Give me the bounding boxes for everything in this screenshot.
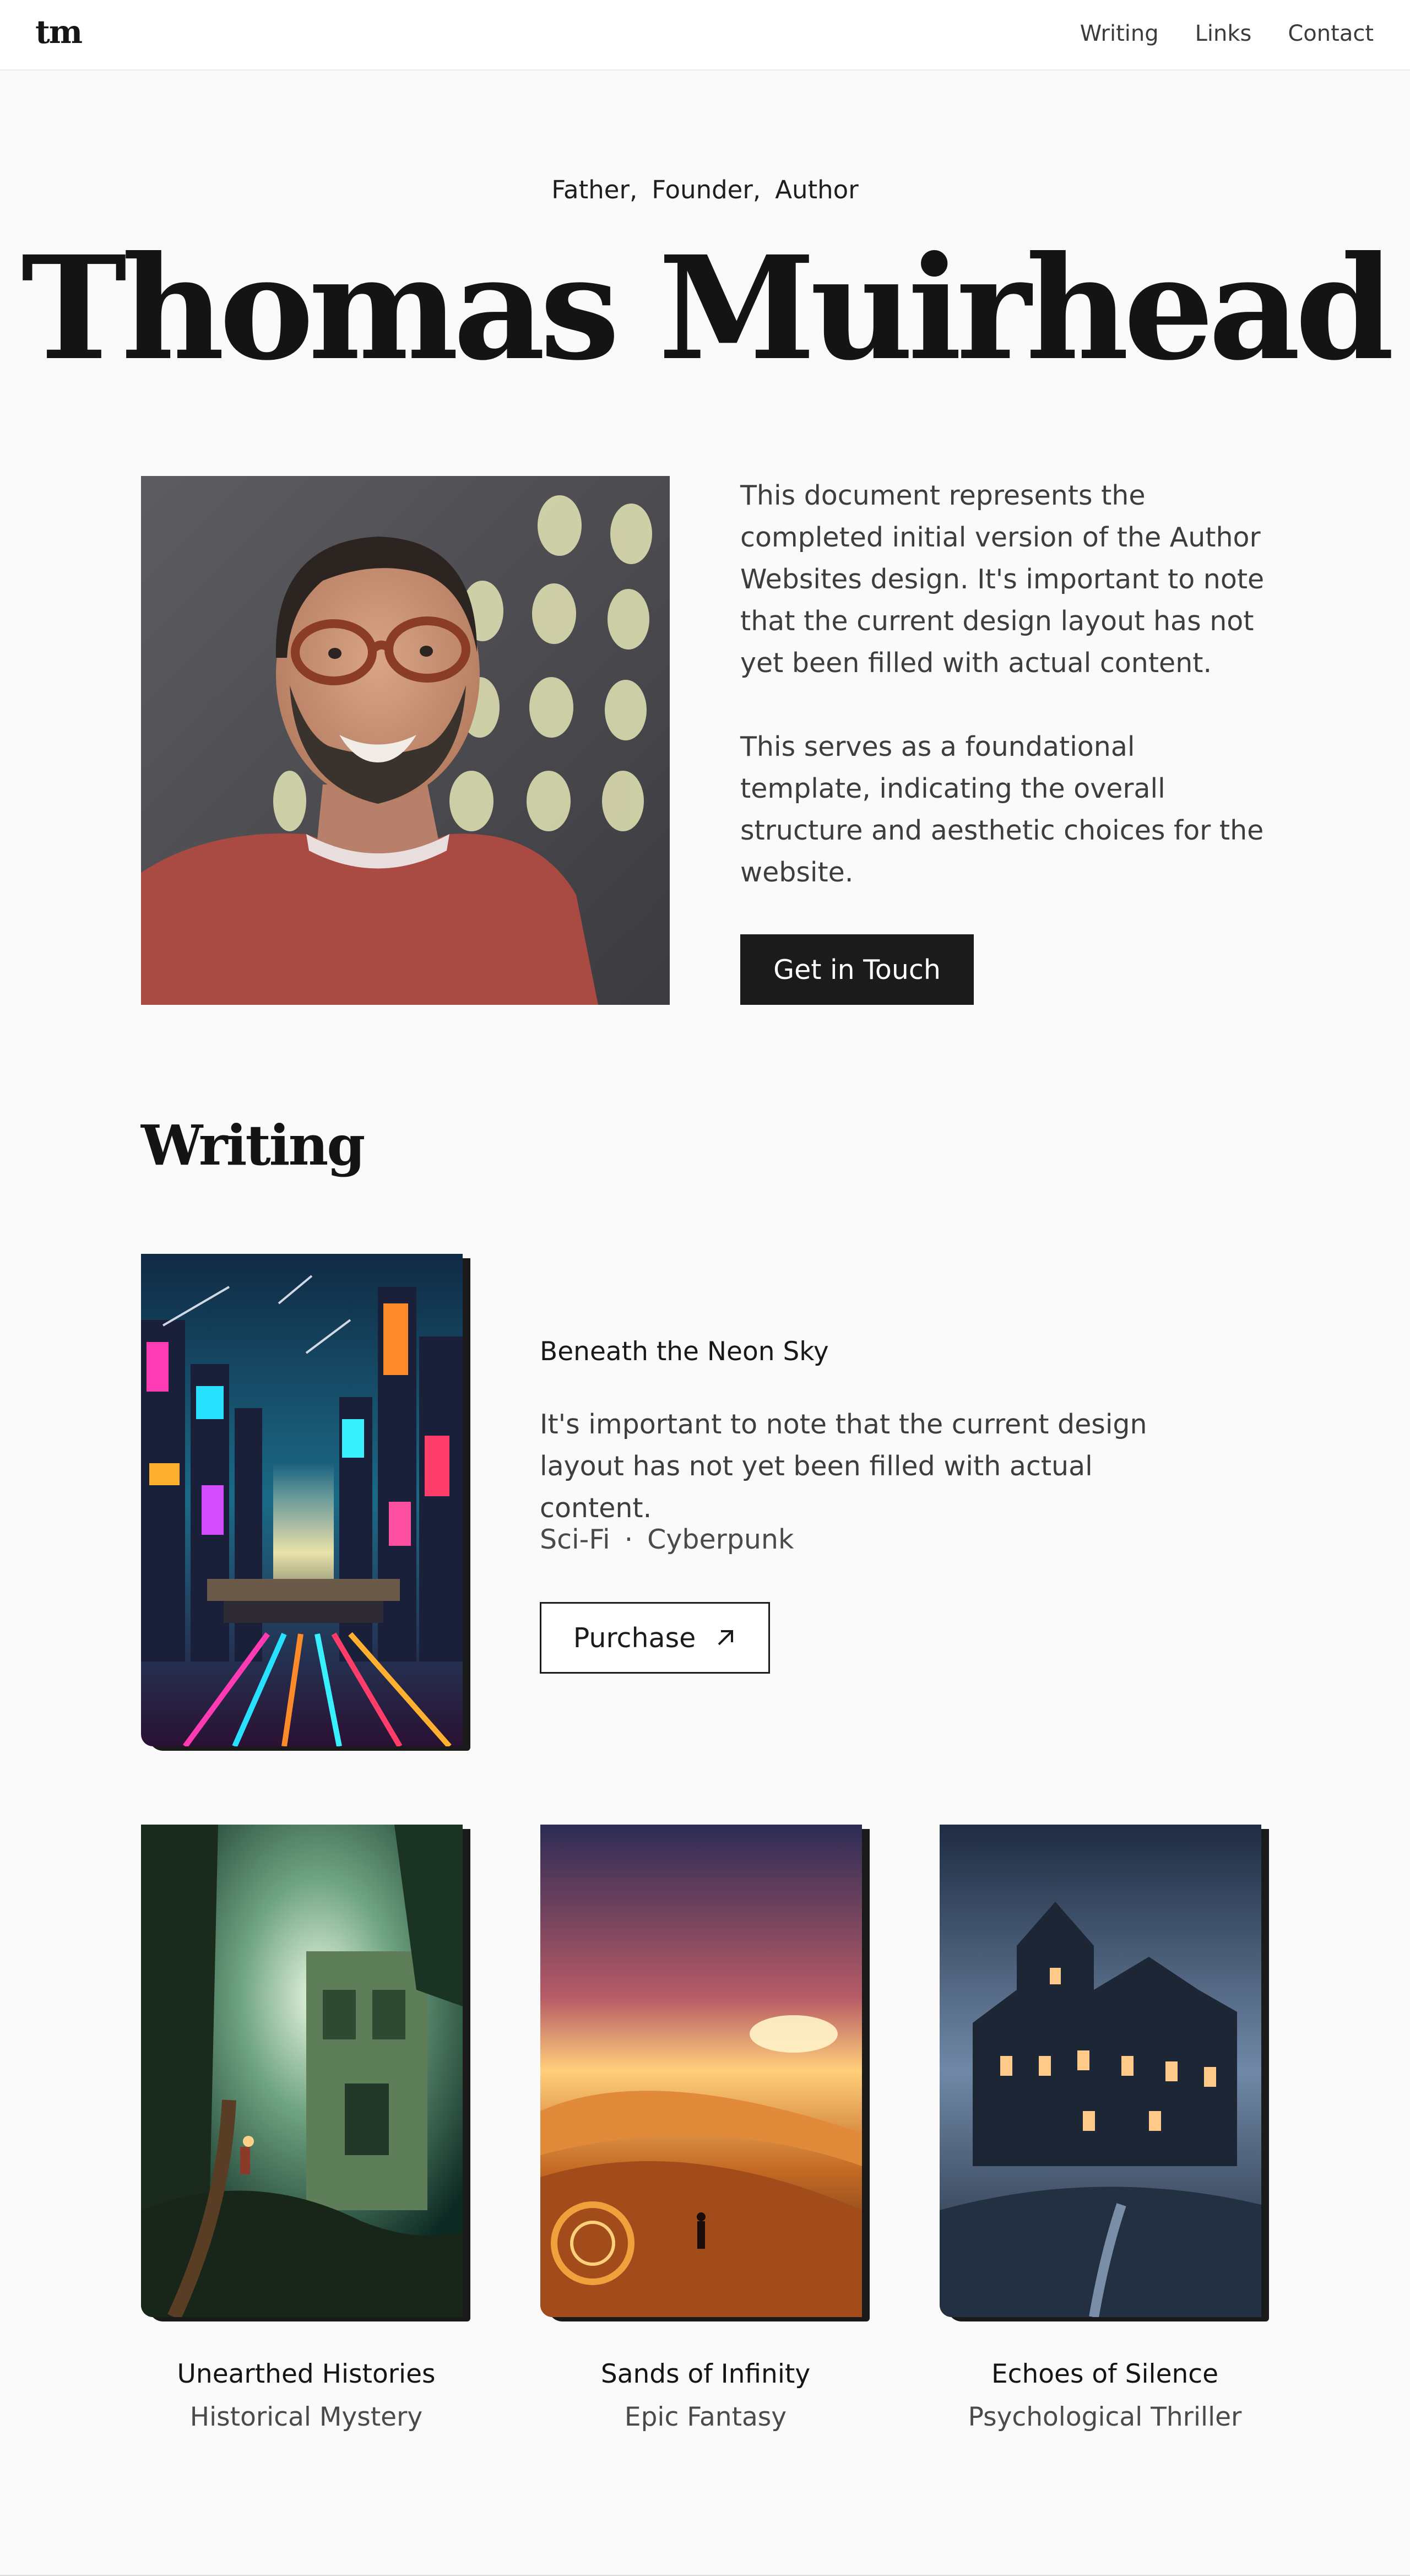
book-title-echoes-of-silence[interactable]: Echoes of Silence (940, 2359, 1270, 2389)
featured-book-description: It's important to note that the current … (540, 1409, 1147, 1524)
cover-art-haunted-mansion (940, 1825, 1261, 2317)
cover-art-desert-sunset (540, 1825, 862, 2317)
author-portrait (141, 476, 670, 1005)
nav-link-writing[interactable]: Writing (1080, 21, 1159, 46)
arrow-up-right-icon (718, 1630, 734, 1646)
get-in-touch-button[interactable]: Get in Touch (740, 934, 974, 1005)
role-founder: Founder, (652, 175, 761, 204)
purchase-button[interactable]: Purchase (540, 1602, 770, 1674)
featured-book-title: Beneath the Neon Sky (540, 1336, 829, 1367)
book-genre-epic-fantasy: Epic Fantasy (624, 2402, 787, 2432)
cover-art-jungle-ruins (141, 1825, 463, 2317)
site-logo[interactable]: tm (35, 13, 83, 51)
book-genre-historical-mystery: Historical Mystery (189, 2402, 423, 2432)
nav-link-links[interactable]: Links (1195, 21, 1252, 46)
author-roles: Father, Founder, Author (0, 175, 1410, 204)
role-father: Father, (551, 175, 638, 204)
intro-paragraph-2: This serves as a foundational template, … (740, 731, 1264, 888)
book-cover-echoes-of-silence[interactable] (940, 1825, 1269, 2321)
tag-sci-fi: Sci-Fi (540, 1524, 610, 1555)
intro-paragraph-1: This document represents the completed i… (740, 480, 1265, 679)
author-name: Thomas Muirhead (21, 225, 1394, 392)
book-cover-unearthed-histories[interactable] (141, 1825, 470, 2321)
tag-separator: · (624, 1524, 633, 1555)
tag-cyberpunk: Cyberpunk (647, 1524, 794, 1555)
book-title-sands-of-infinity[interactable]: Sands of Infinity (540, 2359, 871, 2389)
featured-book-tags: Sci-Fi · Cyberpunk (540, 1524, 794, 1555)
site-header: tm Writing Links Contact (0, 0, 1410, 71)
featured-book-cover[interactable] (141, 1254, 470, 1751)
book-genre-psychological-thriller: Psychological Thriller (968, 2402, 1242, 2432)
intro-text: This document represents the completed i… (740, 475, 1269, 894)
cover-art-neon-city (141, 1254, 463, 1746)
writing-section-title: Writing (141, 1113, 365, 1178)
nav-link-contact[interactable]: Contact (1288, 21, 1374, 46)
book-cover-sands-of-infinity[interactable] (540, 1825, 870, 2321)
book-title-unearthed-histories[interactable]: Unearthed Histories (141, 2359, 471, 2389)
role-author: Author (775, 175, 859, 204)
purchase-label: Purchase (573, 1622, 696, 1654)
main-nav: Writing Links Contact (1080, 21, 1374, 46)
